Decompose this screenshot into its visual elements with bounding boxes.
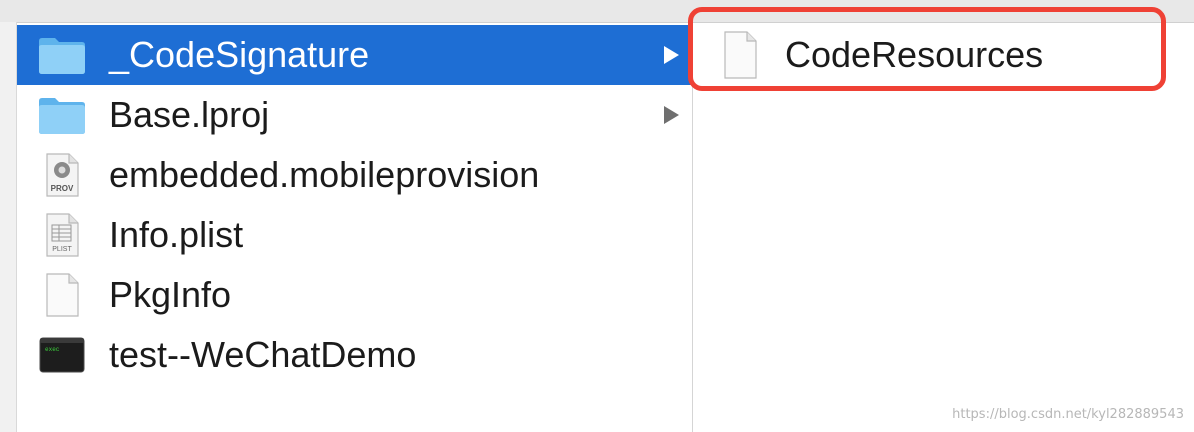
list-item-embedded-mobileprovision[interactable]: PROV embedded.mobileprovision	[17, 145, 692, 205]
list-item-base-lproj[interactable]: Base.lproj	[17, 85, 692, 145]
folder-icon	[37, 33, 87, 77]
provisioning-profile-icon: PROV	[37, 153, 87, 197]
chevron-right-icon	[664, 106, 679, 124]
list-item-label: Base.lproj	[109, 94, 270, 135]
svg-text:exec: exec	[45, 346, 60, 353]
list-item-label: embedded.mobileprovision	[109, 154, 540, 195]
list-item-label: test--WeChatDemo	[109, 334, 417, 375]
folder-icon	[37, 93, 87, 137]
list-item-pkginfo[interactable]: PkgInfo	[17, 265, 692, 325]
list-item-label: _CodeSignature	[109, 34, 370, 75]
list-item-codesignature[interactable]: _CodeSignature	[17, 25, 692, 85]
svg-text:PLIST: PLIST	[52, 246, 72, 253]
blank-document-icon	[37, 273, 87, 317]
svg-text:PROV: PROV	[51, 184, 74, 193]
chevron-right-icon	[664, 46, 679, 64]
highlight-annotation-box	[688, 7, 1166, 91]
finder-column-1: _CodeSignature Base.lproj PROV embedded.…	[17, 23, 693, 432]
watermark-text: https://blog.csdn.net/kyl282889543	[952, 407, 1184, 422]
list-item-test-wechatdemo[interactable]: exec test--WeChatDemo	[17, 325, 692, 385]
executable-icon: exec	[37, 333, 87, 377]
list-item-label: PkgInfo	[109, 274, 232, 315]
list-item-info-plist[interactable]: PLIST Info.plist	[17, 205, 692, 265]
plist-file-icon: PLIST	[37, 213, 87, 257]
list-item-label: Info.plist	[109, 214, 244, 255]
previous-column-edge	[0, 22, 17, 432]
